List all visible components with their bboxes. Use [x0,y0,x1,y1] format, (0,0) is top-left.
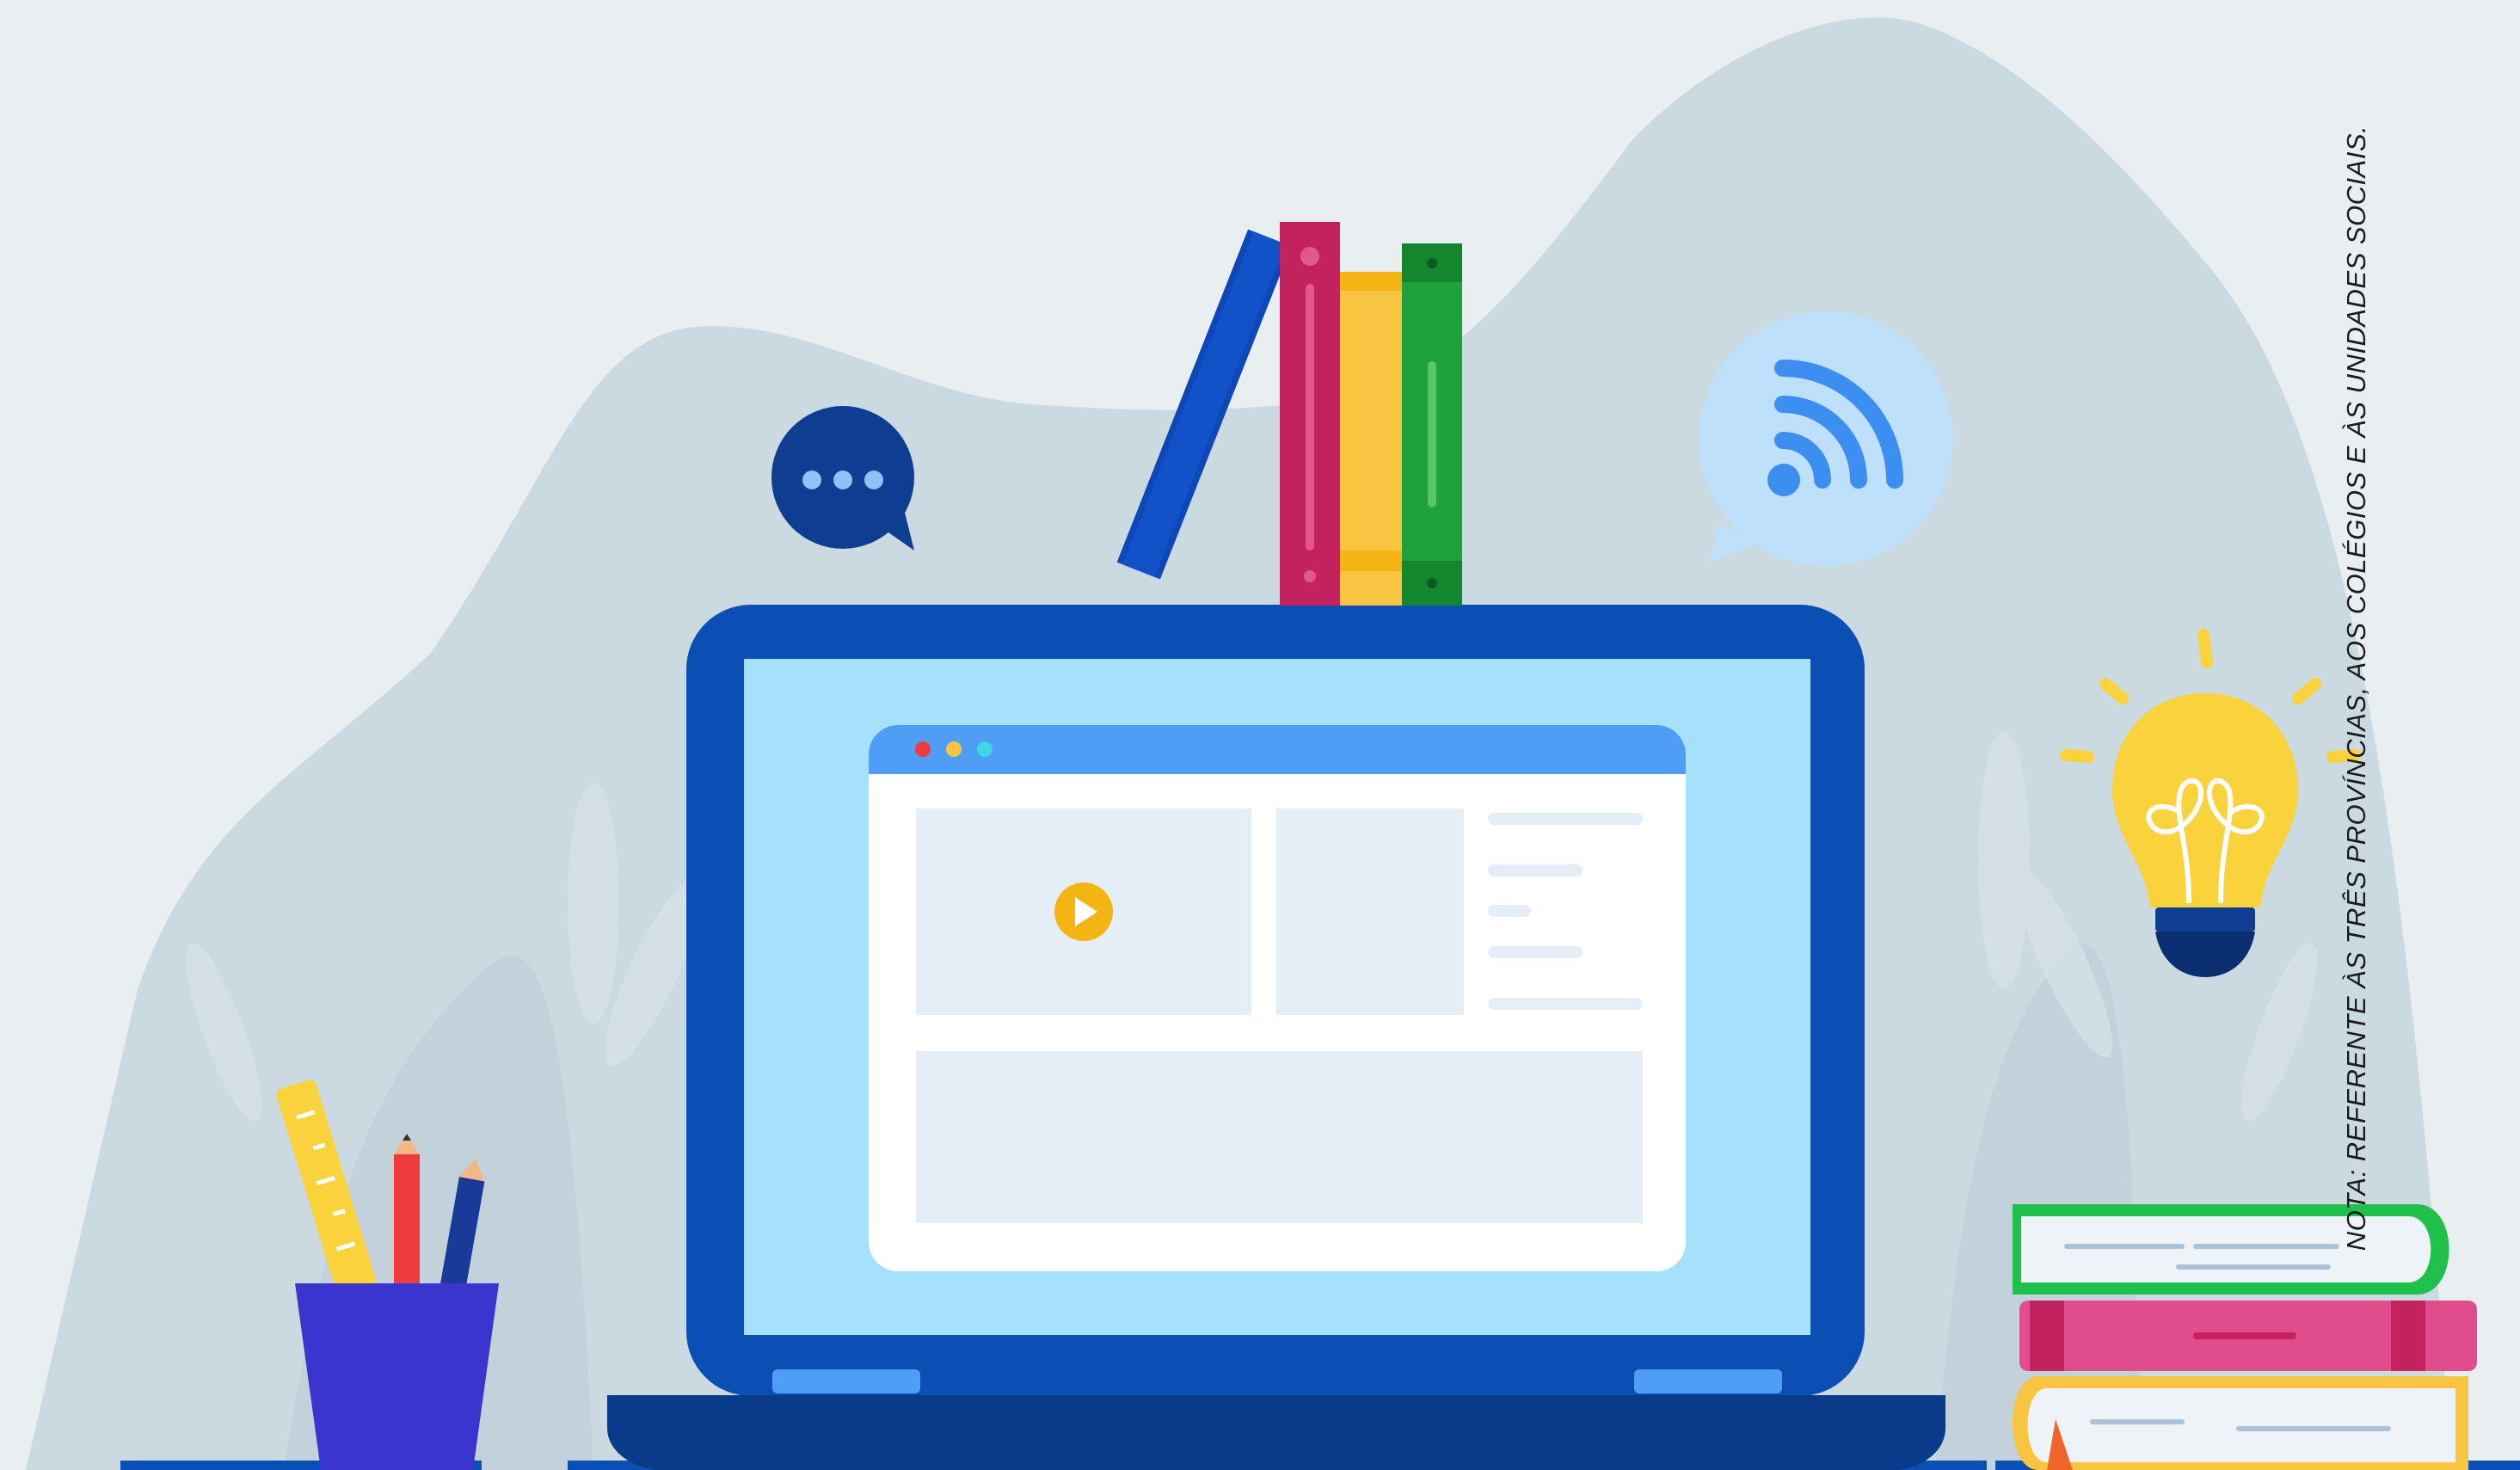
play-icon [1054,883,1113,941]
wifi-signal-icon [1699,311,1953,566]
window-close-dot [915,741,931,757]
window-minimize-dot [946,741,962,757]
image-thumbnail [1276,809,1464,1015]
note-text: NOTA: REFERENTE ÀS TRÊS PROVÍNCIAS, AOS … [2341,125,2371,1252]
content-block [916,1051,1643,1223]
window-maximize-dot [977,741,993,757]
illustration-scene [26,17,2520,1470]
browser-window [869,725,1686,1271]
book-stack-icon [2013,1204,2477,1470]
